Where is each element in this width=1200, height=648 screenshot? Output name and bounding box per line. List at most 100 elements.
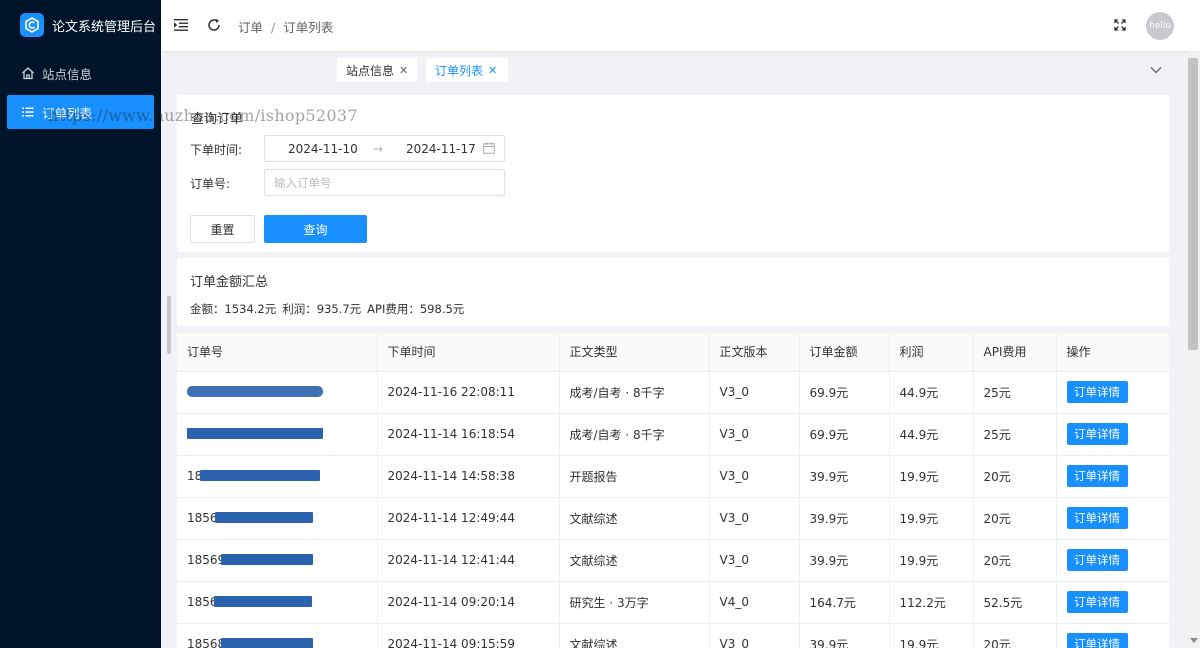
action-cell: 订单详情 <box>1056 539 1169 582</box>
order-api-cost: 25元 <box>973 371 1057 414</box>
tabs-bar: 站点信息 ✕ 订单列表 ✕ <box>161 51 1187 89</box>
summary-card: 订单金额汇总 金额：1534.2元 利润：935.7元 API费用：598.5元 <box>177 258 1169 326</box>
table-row: 1856 2024-11-14 12:49:44 文献综述 V3_0 39.9元… <box>177 497 1169 540</box>
summary-line: 金额：1534.2元 利润：935.7元 API费用：598.5元 <box>190 301 470 317</box>
order-version: V3_0 <box>709 455 800 498</box>
order-amount: 39.9元 <box>799 539 890 582</box>
column-header: 操作 <box>1056 333 1169 372</box>
order-profit: 19.9元 <box>889 623 974 648</box>
breadcrumb-item: 订单列表 <box>283 20 334 35</box>
action-cell: 订单详情 <box>1056 371 1169 414</box>
order-api-cost: 25元 <box>973 413 1057 456</box>
order-profit: 19.9元 <box>889 539 974 582</box>
table-header-row: 订单号 下单时间 正文类型 正文版本 订单金额 利润 API费用 操作 <box>177 333 1169 372</box>
redaction-mask <box>200 469 320 481</box>
order-detail-button[interactable]: 订单详情 <box>1066 507 1128 529</box>
order-type: 研究生 · 3万字 <box>559 581 710 624</box>
column-header: 订单金额 <box>799 333 890 372</box>
order-detail-button[interactable]: 订单详情 <box>1066 591 1128 613</box>
order-no-input[interactable] <box>264 169 505 196</box>
column-header: 正文类型 <box>559 333 710 372</box>
scrollbar-thumb[interactable] <box>1188 58 1198 350</box>
order-no: 18568 <box>187 637 226 648</box>
tab-label: 订单列表 <box>435 63 484 78</box>
order-version: V3_0 <box>709 623 800 648</box>
calendar-icon <box>483 142 496 155</box>
order-api-cost: 20元 <box>973 539 1057 582</box>
order-api-cost: 20元 <box>973 497 1057 540</box>
column-header: 下单时间 <box>377 333 560 372</box>
close-icon[interactable]: ✕ <box>488 64 497 77</box>
order-type: 文献综述 <box>559 539 710 582</box>
redaction-mask <box>215 511 313 523</box>
action-cell: 订单详情 <box>1056 623 1169 648</box>
menu-fold-icon[interactable] <box>173 17 189 33</box>
order-detail-button[interactable]: 订单详情 <box>1066 633 1128 648</box>
order-no-cell <box>177 413 378 456</box>
column-header: API费用 <box>973 333 1057 372</box>
redaction-mask <box>187 385 323 397</box>
order-version: V3_0 <box>709 539 800 582</box>
order-time: 2024-11-14 16:18:54 <box>377 413 560 456</box>
table-row: 2024-11-14 16:18:54 成考/自考 · 8千字 V3_0 69.… <box>177 413 1169 456</box>
order-no: 18569 <box>187 553 226 567</box>
order-amount: 39.9元 <box>799 497 890 540</box>
order-type: 文献综述 <box>559 623 710 648</box>
avatar[interactable]: hello <box>1146 12 1174 40</box>
refresh-icon[interactable] <box>206 17 222 33</box>
order-date-label: 下单时间: <box>190 143 243 157</box>
order-profit: 44.9元 <box>889 413 974 456</box>
chevron-down-icon[interactable] <box>1149 63 1163 77</box>
order-version: V3_0 <box>709 371 800 414</box>
order-no: 1856 <box>187 511 218 525</box>
total-amount: 金额：1534.2元 <box>190 302 277 316</box>
order-no-cell: 1856 <box>177 581 378 624</box>
order-type: 成考/自考 · 8千字 <box>559 413 710 456</box>
tab-order-list[interactable]: 订单列表 ✕ <box>426 58 508 82</box>
order-no-cell: 18569 <box>177 539 378 582</box>
order-time: 2024-11-14 12:41:44 <box>377 539 560 582</box>
breadcrumb-item[interactable]: 订单 <box>238 20 263 35</box>
order-no-label: 订单号: <box>190 177 231 191</box>
date-range-picker[interactable]: 2024-11-10 → 2024-11-17 <box>264 135 505 162</box>
order-time: 2024-11-14 14:58:38 <box>377 455 560 498</box>
sidebar: 论文系统管理后台 站点信息 订单列表 <box>0 0 161 648</box>
order-time: 2024-11-16 22:08:11 <box>377 371 560 414</box>
order-amount: 164.7元 <box>799 581 890 624</box>
app-title: 论文系统管理后台 <box>52 19 157 35</box>
order-no-cell: 18568 <box>177 623 378 648</box>
order-profit: 112.2元 <box>889 581 974 624</box>
sidebar-item-site-info[interactable]: 站点信息 <box>0 56 161 90</box>
end-date[interactable]: 2024-11-17 <box>406 142 476 156</box>
table-row: 2024-11-16 22:08:11 成考/自考 · 8千字 V3_0 69.… <box>177 371 1169 414</box>
close-icon[interactable]: ✕ <box>399 64 408 77</box>
start-date[interactable]: 2024-11-10 <box>288 142 358 156</box>
top-header: 订单 / 订单列表 hello <box>161 0 1200 51</box>
query-button[interactable]: 查询 <box>264 215 367 243</box>
order-time: 2024-11-14 12:49:44 <box>377 497 560 540</box>
orders-table-card: 订单号 下单时间 正文类型 正文版本 订单金额 利润 API费用 操作 2024… <box>177 333 1169 648</box>
order-detail-button[interactable]: 订单详情 <box>1066 423 1128 445</box>
order-version: V3_0 <box>709 413 800 456</box>
order-detail-button[interactable]: 订单详情 <box>1066 549 1128 571</box>
order-detail-button[interactable]: 订单详情 <box>1066 381 1128 403</box>
scroll-down-icon[interactable] <box>1190 638 1198 643</box>
fullscreen-icon[interactable] <box>1112 17 1128 33</box>
order-no-cell <box>177 371 378 414</box>
watermark-text: https://www.huzhan.com/ishop52037 <box>48 106 358 125</box>
order-amount: 69.9元 <box>799 413 890 456</box>
order-amount: 69.9元 <box>799 371 890 414</box>
order-version: V3_0 <box>709 497 800 540</box>
reset-button[interactable]: 重置 <box>190 215 255 243</box>
order-type: 开题报告 <box>559 455 710 498</box>
tab-site-info[interactable]: 站点信息 ✕ <box>337 58 417 82</box>
redaction-mask <box>214 595 312 607</box>
app-logo: 论文系统管理后台 <box>0 0 161 50</box>
order-detail-button[interactable]: 订单详情 <box>1066 465 1128 487</box>
column-header: 订单号 <box>177 333 378 372</box>
order-api-cost: 20元 <box>973 455 1057 498</box>
order-time: 2024-11-14 09:15:59 <box>377 623 560 648</box>
order-no-cell: 1856 <box>177 497 378 540</box>
table-row: 18 2024-11-14 14:58:38 开题报告 V3_0 39.9元 1… <box>177 455 1169 498</box>
column-header: 利润 <box>889 333 974 372</box>
